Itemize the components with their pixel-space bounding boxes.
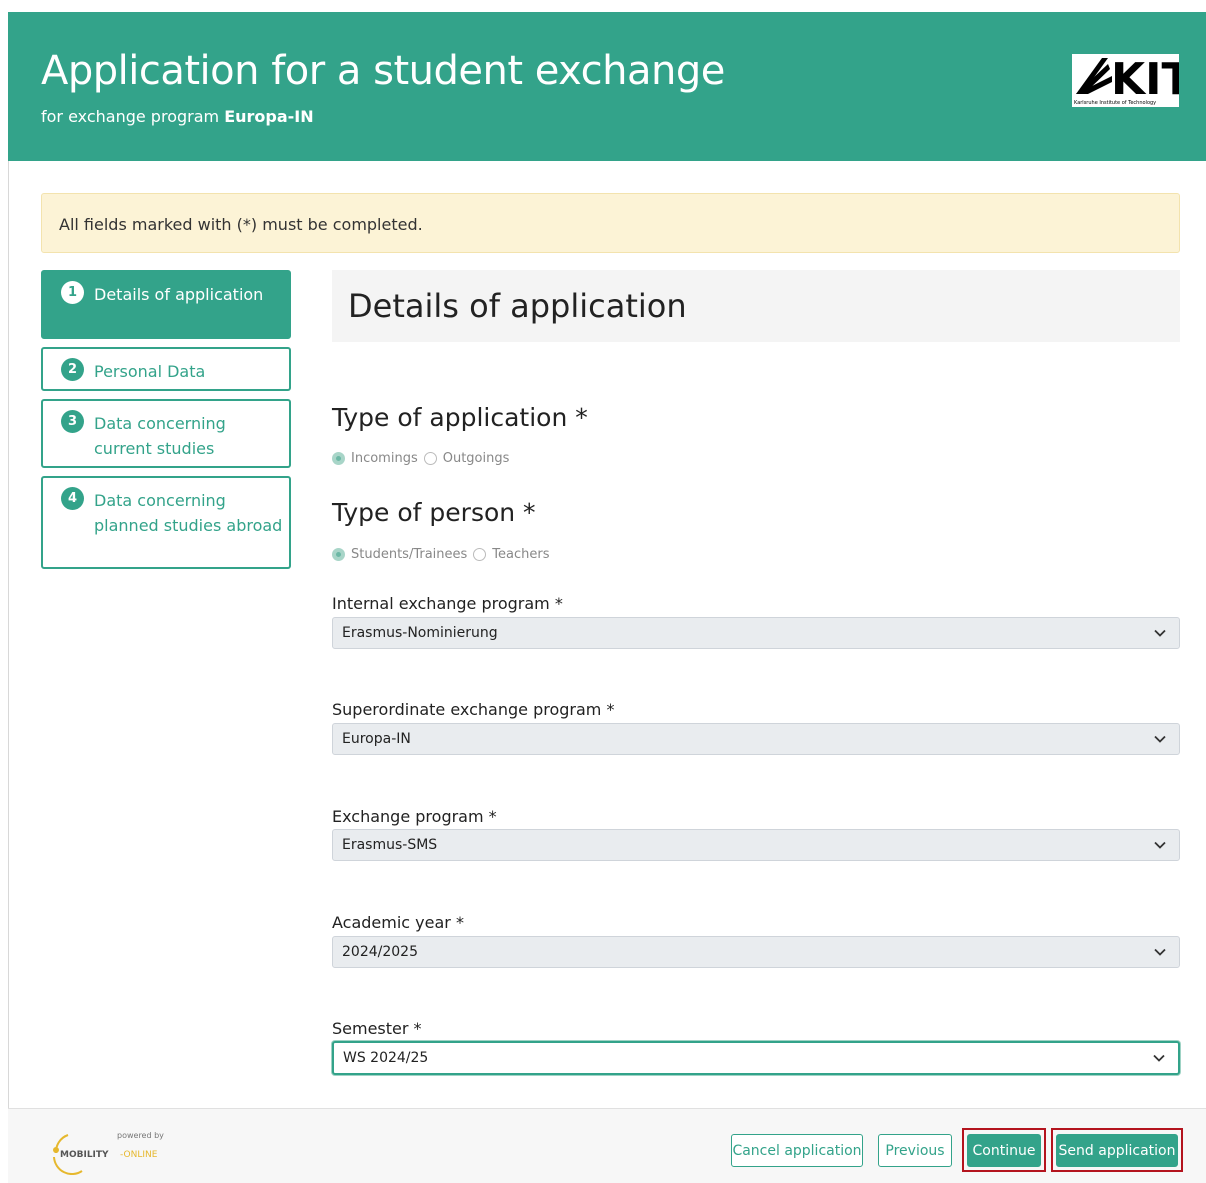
step-number: 2 (61, 358, 84, 381)
type-of-application-options: Incomings Outgoings (332, 448, 515, 468)
exchange-program-select[interactable]: Erasmus-SMS (332, 829, 1180, 861)
internal-exchange-program-label: Internal exchange program * (332, 594, 563, 613)
send-application-button[interactable]: Send application (1056, 1134, 1178, 1167)
section-title: Details of application (348, 287, 687, 325)
select-value: WS 2024/25 (343, 1050, 429, 1066)
logo-text-online: -ONLINE (120, 1150, 158, 1160)
semester-select[interactable]: WS 2024/25 (332, 1041, 1180, 1075)
exchange-program-label: Exchange program * (332, 807, 497, 826)
page-frame (8, 12, 1206, 1183)
previous-button[interactable]: Previous (878, 1134, 952, 1167)
select-value: Erasmus-Nominierung (342, 625, 498, 641)
step-number: 1 (61, 281, 84, 304)
radio-incomings-label[interactable]: Incomings (351, 451, 418, 466)
type-of-person-options: Students/Trainees Teachers (332, 544, 556, 564)
kit-logo-text: KIT (1111, 54, 1179, 98)
powered-by-text: powered by (117, 1131, 164, 1140)
internal-exchange-program-select[interactable]: Erasmus-Nominierung (332, 617, 1180, 649)
page-header: Application for a student exchange for e… (8, 12, 1206, 161)
select-value: Europa-IN (342, 731, 411, 747)
step-number: 3 (61, 410, 84, 433)
type-of-person-title: Type of person * (332, 498, 536, 527)
academic-year-label: Academic year * (332, 913, 464, 932)
select-value: 2024/2025 (342, 944, 418, 960)
radio-students-trainees-label[interactable]: Students/Trainees (351, 547, 467, 562)
step-current-studies[interactable]: 3 Data concerning current studies (41, 399, 291, 468)
step-label: Details of application (94, 285, 264, 304)
kit-tagline: Karlsruhe Institute of Technology (1074, 100, 1157, 106)
cancel-application-button[interactable]: Cancel application (731, 1134, 863, 1167)
step-label: Personal Data (94, 362, 206, 381)
chevron-down-icon (1154, 948, 1166, 956)
logo-text-mobility: MOBILITY (60, 1150, 109, 1160)
academic-year-select[interactable]: 2024/2025 (332, 936, 1180, 968)
radio-incomings[interactable] (332, 451, 345, 465)
page-subtitle: for exchange program Europa-IN (41, 107, 314, 126)
chevron-down-icon (1154, 629, 1166, 637)
step-details-of-application[interactable]: 1 Details of application (41, 270, 291, 339)
radio-students-trainees[interactable] (332, 547, 345, 561)
continue-button[interactable]: Continue (967, 1134, 1041, 1167)
superordinate-exchange-program-label: Superordinate exchange program * (332, 700, 615, 719)
superordinate-exchange-program-select[interactable]: Europa-IN (332, 723, 1180, 755)
type-of-application-title: Type of application * (332, 403, 588, 432)
radio-teachers-label[interactable]: Teachers (492, 547, 549, 562)
step-planned-studies-abroad[interactable]: 4 Data concerning planned studies abroad (41, 476, 291, 569)
step-number: 4 (61, 487, 84, 510)
step-label: Data concerning planned studies abroad (94, 491, 283, 535)
page-title: Application for a student exchange (41, 48, 725, 94)
alert-text: All fields marked with (*) must be compl… (59, 215, 423, 234)
section-header: Details of application (332, 270, 1180, 342)
kit-logo: KIT Karlsruhe Institute of Technology (1072, 54, 1179, 107)
radio-outgoings[interactable] (423, 451, 437, 465)
step-label: Data concerning current studies (94, 414, 226, 458)
chevron-down-icon (1154, 735, 1166, 743)
radio-outgoings-label[interactable]: Outgoings (443, 451, 510, 466)
chevron-down-icon (1154, 841, 1166, 849)
semester-label: Semester * (332, 1019, 422, 1038)
select-value: Erasmus-SMS (342, 837, 438, 853)
required-fields-alert: All fields marked with (*) must be compl… (41, 193, 1180, 253)
radio-teachers[interactable] (473, 547, 487, 561)
program-name: Europa-IN (224, 107, 314, 126)
step-personal-data[interactable]: 2 Personal Data (41, 347, 291, 391)
chevron-down-icon (1153, 1054, 1165, 1062)
